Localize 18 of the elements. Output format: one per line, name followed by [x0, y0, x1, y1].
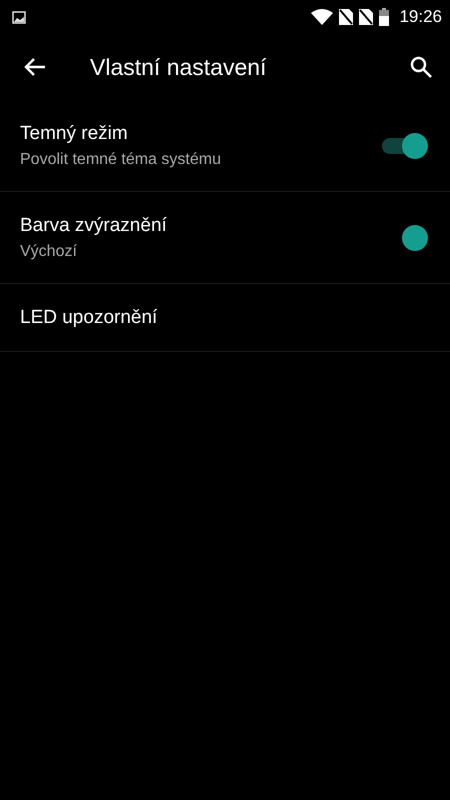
no-sim-icon — [359, 9, 374, 25]
item-summary: Povolit temné téma systému — [20, 150, 222, 168]
clock-time: 19:26 — [399, 7, 442, 27]
settings-item[interactable]: Barva zvýraznění Výchozí — [0, 192, 450, 284]
toggle-switch[interactable] — [380, 132, 428, 158]
image-icon — [12, 10, 26, 24]
wifi-icon — [311, 9, 334, 25]
settings-item[interactable]: Temný režim Povolit temné téma systému — [0, 100, 450, 192]
item-title: LED upozornění — [20, 306, 158, 328]
no-sim-icon — [339, 9, 354, 25]
item-title: Temný režim — [20, 122, 129, 144]
item-summary: Výchozí — [20, 242, 78, 260]
battery-icon — [379, 8, 390, 26]
screen-title: Vlastní nastavení — [90, 54, 268, 80]
item-title: Barva zvýraznění — [20, 214, 168, 236]
back-arrow-icon[interactable] — [24, 57, 46, 77]
settings-item[interactable]: LED upozornění — [0, 284, 450, 352]
search-icon[interactable] — [410, 56, 432, 78]
